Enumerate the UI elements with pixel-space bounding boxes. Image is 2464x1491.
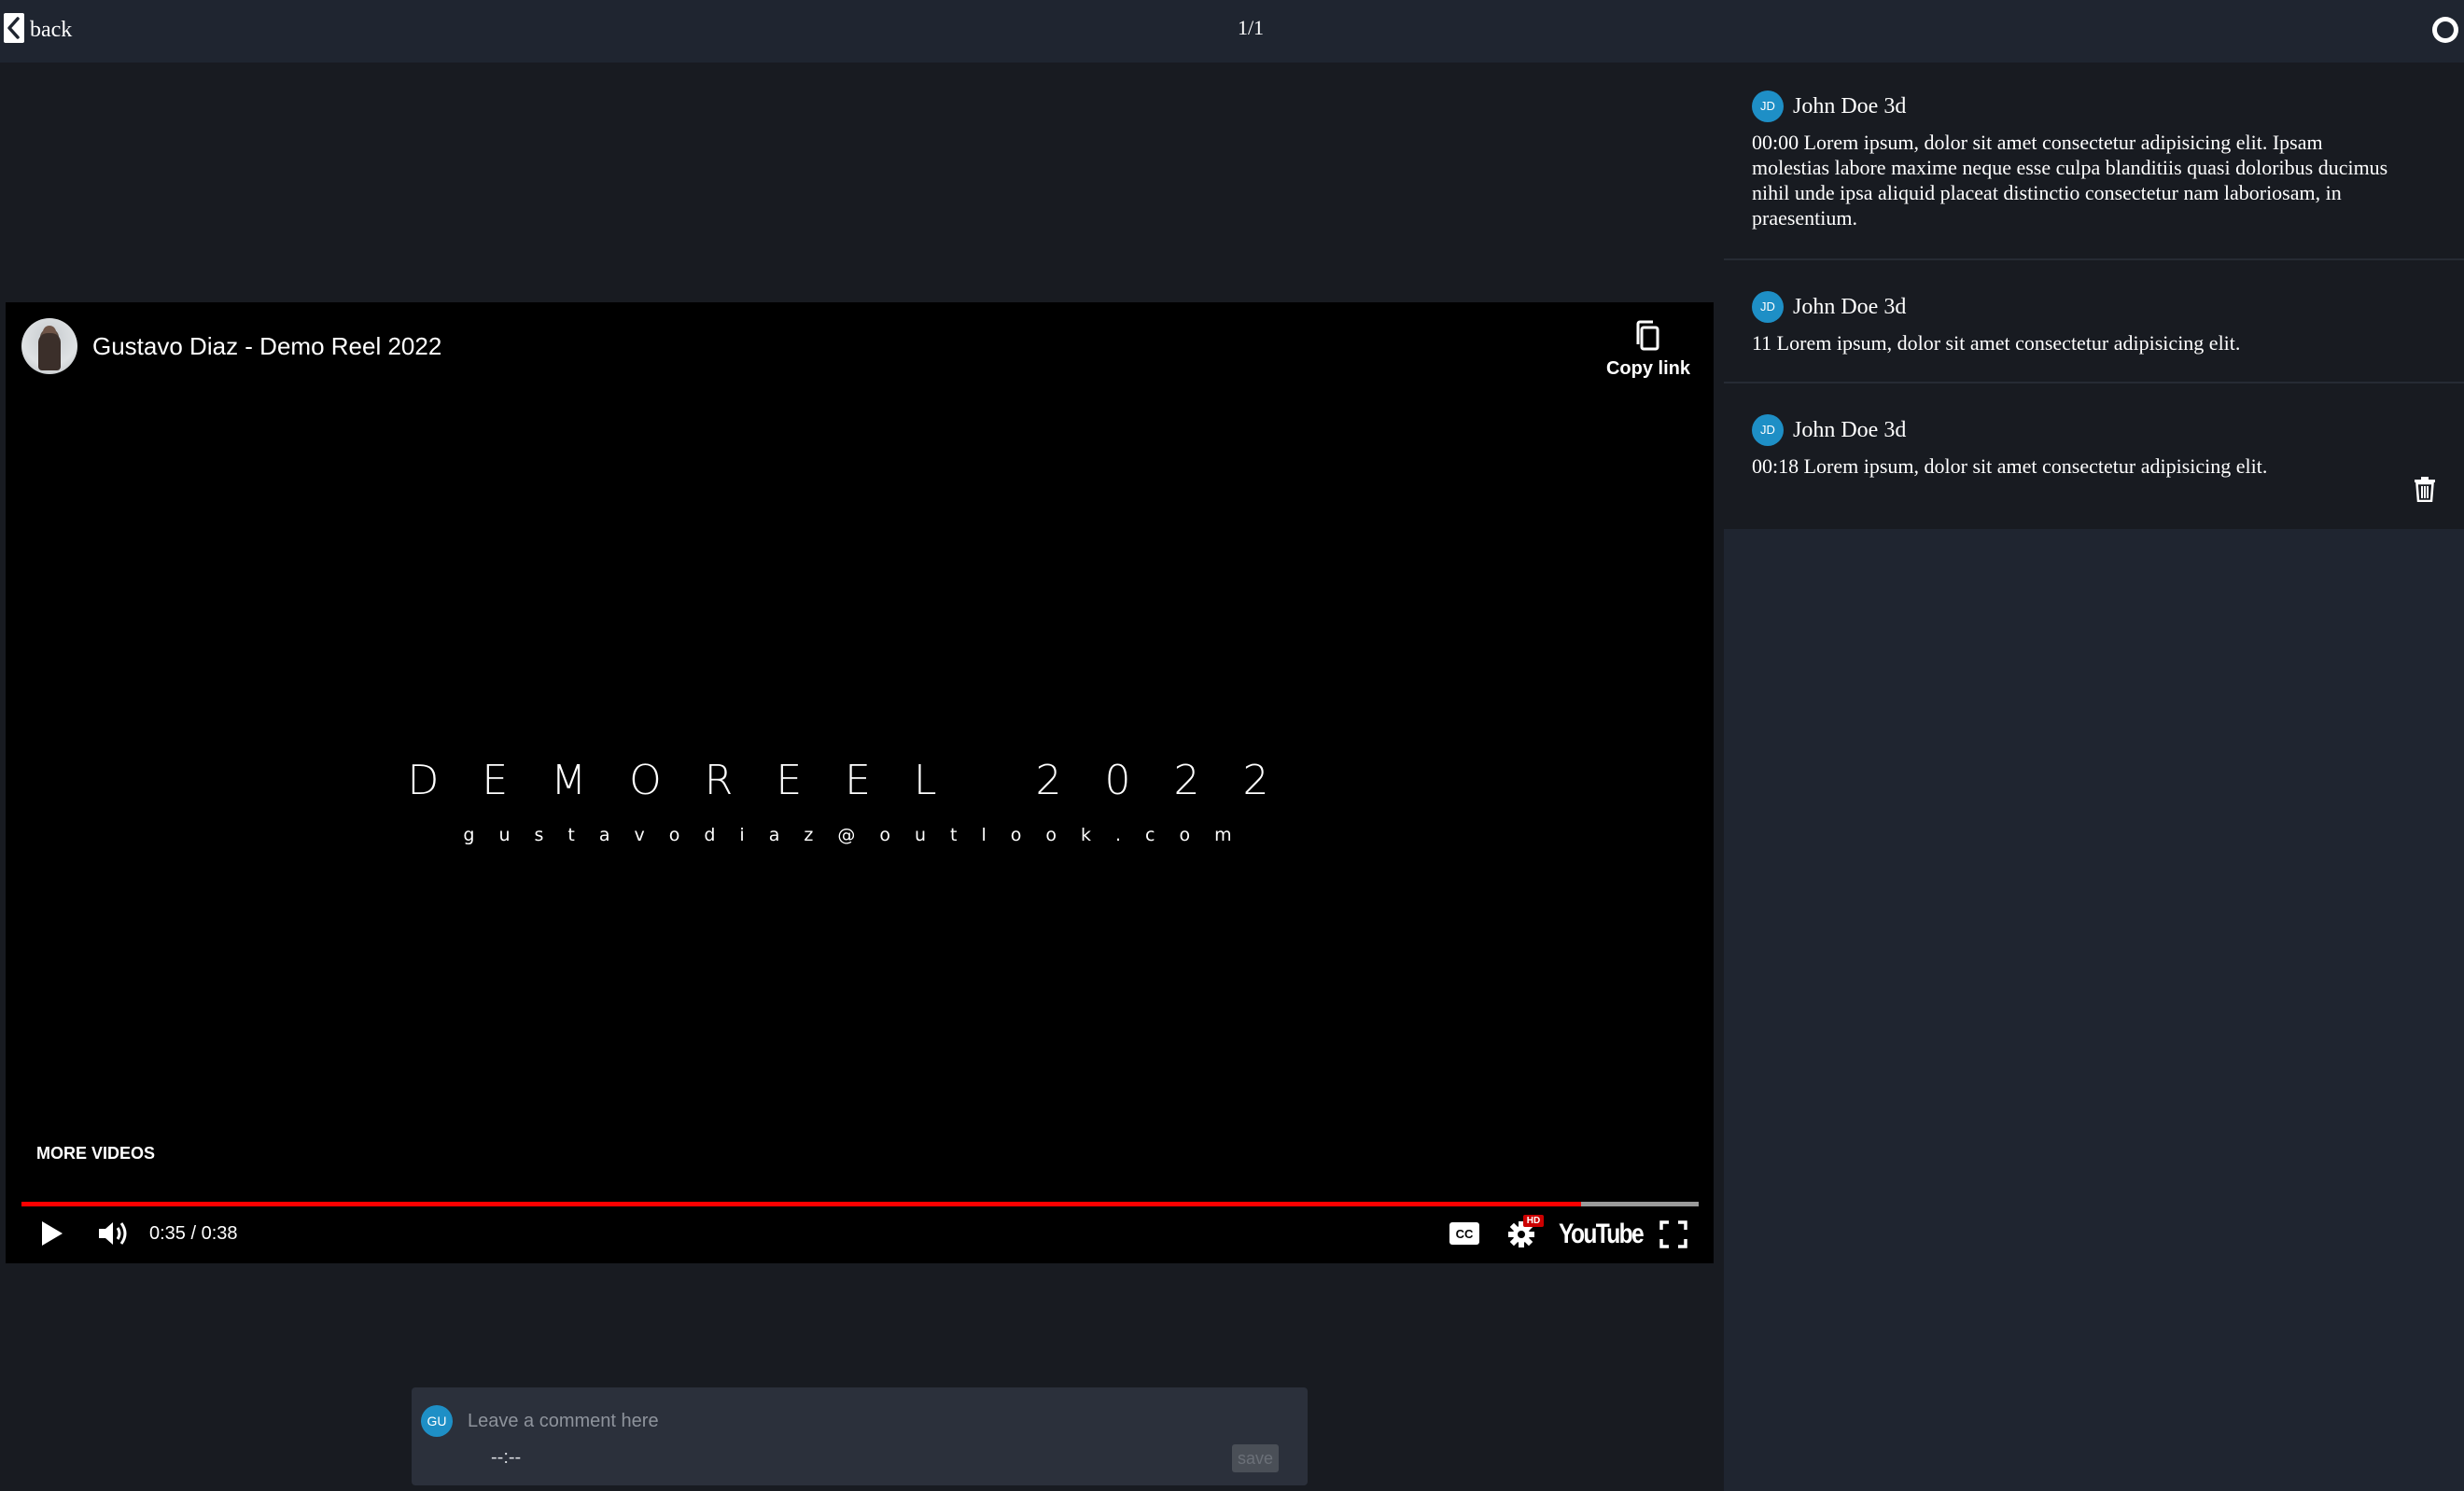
comment-author: John Doe 3d <box>1793 417 1907 442</box>
delete-comment-button[interactable] <box>2414 476 2436 503</box>
hd-badge: HD <box>1523 1215 1544 1227</box>
volume-button[interactable] <box>97 1219 131 1247</box>
back-label: back <box>30 17 73 42</box>
save-button[interactable]: save <box>1232 1444 1279 1472</box>
comment-composer: GU --:-- save <box>412 1387 1308 1485</box>
video-player[interactable]: Gustavo Diaz - Demo Reel 2022 Copy link … <box>6 302 1714 1263</box>
time-display: 0:35 / 0:38 <box>149 1223 238 1244</box>
reel-title: DEMOREEL 2022 <box>407 757 1312 804</box>
comment-input[interactable] <box>468 1406 1280 1436</box>
comment-avatar: JD <box>1752 414 1784 446</box>
play-button[interactable] <box>40 1219 64 1247</box>
main-panel: Gustavo Diaz - Demo Reel 2022 Copy link … <box>0 63 1724 1491</box>
comment-timestamp[interactable]: --:-- <box>491 1447 521 1469</box>
progress-played <box>21 1202 1582 1206</box>
youtube-logo[interactable]: YouTube <box>1559 1219 1645 1250</box>
status-circle-button[interactable] <box>2432 17 2458 43</box>
comment-avatar: JD <box>1752 291 1784 323</box>
progress-bar[interactable] <box>21 1202 1699 1206</box>
play-icon <box>42 1221 63 1246</box>
comments-sidebar: JD John Doe 3d 00:00 Lorem ipsum, dolor … <box>1724 63 2464 1491</box>
copy-link-label: Copy link <box>1605 358 1690 379</box>
more-videos-button[interactable]: MORE VIDEOS <box>36 1144 155 1164</box>
comment-author: John Doe 3d <box>1793 294 1907 319</box>
copy-icon <box>1636 320 1659 351</box>
copy-link-button[interactable]: Copy link <box>1592 319 1704 380</box>
comment-body: 00:18 Lorem ipsum, dolor sit amet consec… <box>1752 454 2268 478</box>
comment-author: John Doe 3d <box>1793 93 1907 118</box>
page-indicator: 1/1 <box>1237 16 1265 39</box>
comment-header: JD John Doe 3d <box>1752 414 2464 446</box>
comment-body: 00:00 Lorem ipsum, dolor sit amet consec… <box>1752 131 2388 230</box>
comment-list: JD John Doe 3d 00:00 Lorem ipsum, dolor … <box>1724 63 2464 529</box>
fullscreen-icon <box>1659 1220 1687 1248</box>
chevron-left-icon <box>4 13 24 47</box>
top-bar: back 1/1 <box>0 0 2464 63</box>
channel-avatar[interactable] <box>21 318 77 374</box>
comment-item: JD John Doe 3d 00:00 Lorem ipsum, dolor … <box>1724 63 2464 260</box>
trash-icon <box>2415 477 2435 503</box>
comment-item: JD John Doe 3d 11 Lorem ipsum, dolor sit… <box>1724 260 2464 383</box>
comment-body: 11 Lorem ipsum, dolor sit amet consectet… <box>1752 331 2241 355</box>
svg-text:CC: CC <box>1456 1227 1474 1241</box>
video-title[interactable]: Gustavo Diaz - Demo Reel 2022 <box>92 332 441 361</box>
user-avatar: GU <box>421 1405 453 1437</box>
reel-subtitle: gustavodiaz@outlook.com <box>463 825 1256 845</box>
captions-button[interactable]: CC <box>1449 1221 1480 1246</box>
comment-header: JD John Doe 3d <box>1752 291 2464 323</box>
circle-icon <box>2437 21 2454 38</box>
comment-item: JD John Doe 3d 00:18 Lorem ipsum, dolor … <box>1724 383 2464 529</box>
cc-icon: CC <box>1449 1222 1479 1245</box>
comment-avatar: JD <box>1752 91 1784 122</box>
comment-header: JD John Doe 3d <box>1752 91 2464 122</box>
avatar-body <box>38 333 61 370</box>
volume-icon <box>99 1222 127 1245</box>
fullscreen-button[interactable] <box>1659 1220 1687 1248</box>
back-button[interactable]: back <box>4 13 72 47</box>
